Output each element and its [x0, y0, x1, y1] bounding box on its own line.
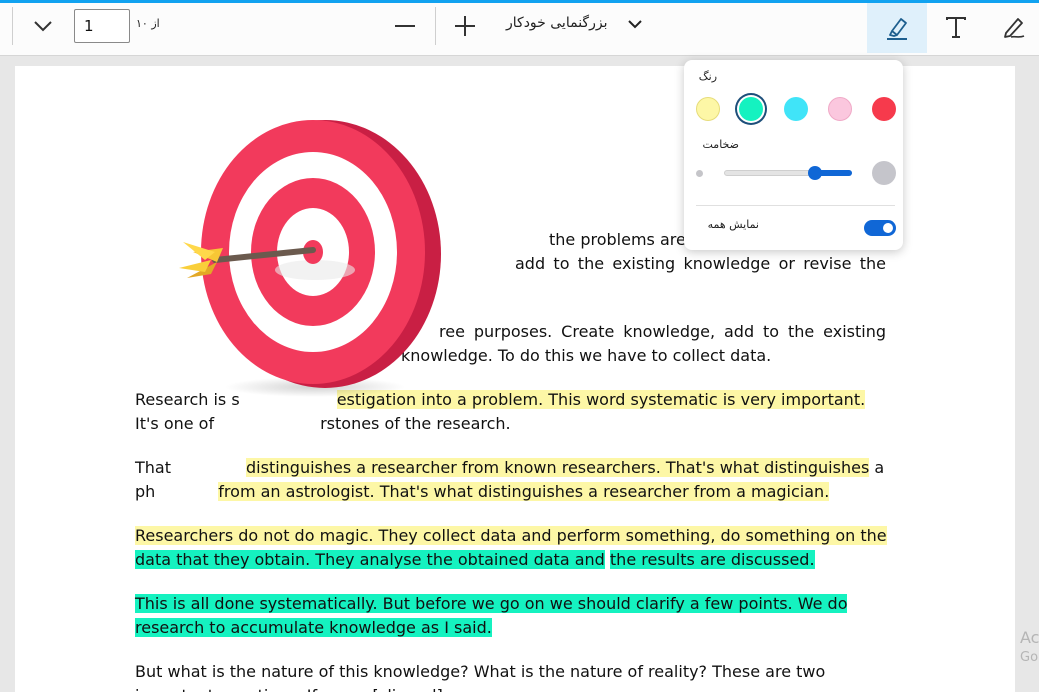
toolbar: از ۱۰ بزرگنمایی خودکار: [0, 3, 1039, 56]
text-span: a: [869, 458, 885, 477]
text-tool-button[interactable]: [940, 11, 972, 43]
highlighted-text: distinguishes a researcher from known re…: [246, 458, 870, 477]
highlighted-text: data that they obtain. They analyse the …: [135, 550, 605, 569]
zoom-out-button[interactable]: [390, 12, 420, 40]
toolbar-divider: [12, 7, 13, 45]
text-span: It's one of: [135, 414, 215, 433]
color-swatch-green[interactable]: [739, 97, 763, 121]
text-line: important questions. If one... [clipped]: [135, 684, 886, 692]
next-page-button[interactable]: [28, 12, 58, 40]
text-span: ph: [135, 482, 156, 501]
show-all-toggle[interactable]: [864, 220, 896, 236]
text-line: This is all done systematically. But bef…: [135, 592, 886, 616]
color-swatch-red[interactable]: [872, 97, 896, 121]
paragraph: But what is the nature of this knowledge…: [135, 660, 886, 692]
paragraph: Researchers do not do magic. They collec…: [135, 524, 887, 572]
color-swatch-cyan[interactable]: [784, 97, 808, 121]
text-line: It's one of rstones of the research.: [135, 412, 886, 436]
highlighted-text: research to accumulate knowledge as I sa…: [135, 618, 492, 637]
text-line: ph from an astrologist. That's what disti…: [135, 480, 886, 504]
highlighted-text: from an astrologist. That's what disting…: [218, 482, 830, 501]
text-line: That distinguishes a researcher from know…: [135, 456, 886, 480]
show-all-label: نمایش همه: [707, 218, 759, 231]
text-line: But what is the nature of this knowledge…: [135, 662, 826, 681]
activation-watermark: Ac: [1020, 628, 1039, 647]
paragraph: This is all done systematically. But bef…: [135, 592, 886, 640]
target-icon: [179, 120, 441, 397]
toggle-knob: [883, 223, 893, 233]
highlight-tool-button[interactable]: [867, 3, 927, 53]
paragraph: That distinguishes a researcher from know…: [135, 456, 886, 504]
highlight-options-popup: رنگ ضخامت نمایش همه: [684, 60, 903, 250]
text-line: Researchers do not do magic. They collec…: [135, 524, 887, 548]
highlighted-text: Researchers do not do magic. They collec…: [135, 526, 887, 545]
popup-divider: [696, 205, 895, 206]
zoom-in-button[interactable]: [450, 12, 480, 40]
text-line: data that they obtain. They analyse the …: [135, 548, 886, 572]
zoom-dropdown-button[interactable]: [626, 17, 644, 31]
color-label: رنگ: [698, 70, 717, 83]
minus-icon: [395, 25, 415, 27]
page-count-label: از ۱۰: [136, 17, 160, 30]
text-line: research to accumulate knowledge as I sa…: [135, 616, 886, 640]
toolbar-divider: [435, 7, 436, 45]
text-span: That: [135, 458, 171, 477]
text-icon: [946, 17, 966, 38]
page-number-input[interactable]: [74, 9, 130, 43]
zoom-select[interactable]: بزرگنمایی خودکار: [506, 15, 607, 31]
highlighted-text: the results are discussed.: [609, 550, 815, 569]
color-swatch-yellow[interactable]: [696, 97, 720, 121]
highlighted-text: This is all done systematically. But bef…: [135, 594, 848, 613]
chevron-down-icon: [34, 21, 52, 32]
thickness-slider-thumb[interactable]: [808, 166, 822, 180]
thickness-label: ضخامت: [702, 138, 740, 151]
thickness-min-icon: [696, 170, 703, 177]
pen-icon: [1004, 18, 1025, 38]
highlighter-icon: [887, 18, 907, 40]
color-swatch-pink[interactable]: [828, 97, 852, 121]
plus-icon: [455, 16, 475, 36]
thickness-max-icon: [872, 161, 896, 185]
chevron-down-icon: [628, 19, 642, 28]
activation-watermark-sub: Go: [1020, 650, 1039, 665]
draw-tool-button[interactable]: [998, 11, 1030, 43]
text-span: rstones of the research.: [320, 414, 511, 433]
